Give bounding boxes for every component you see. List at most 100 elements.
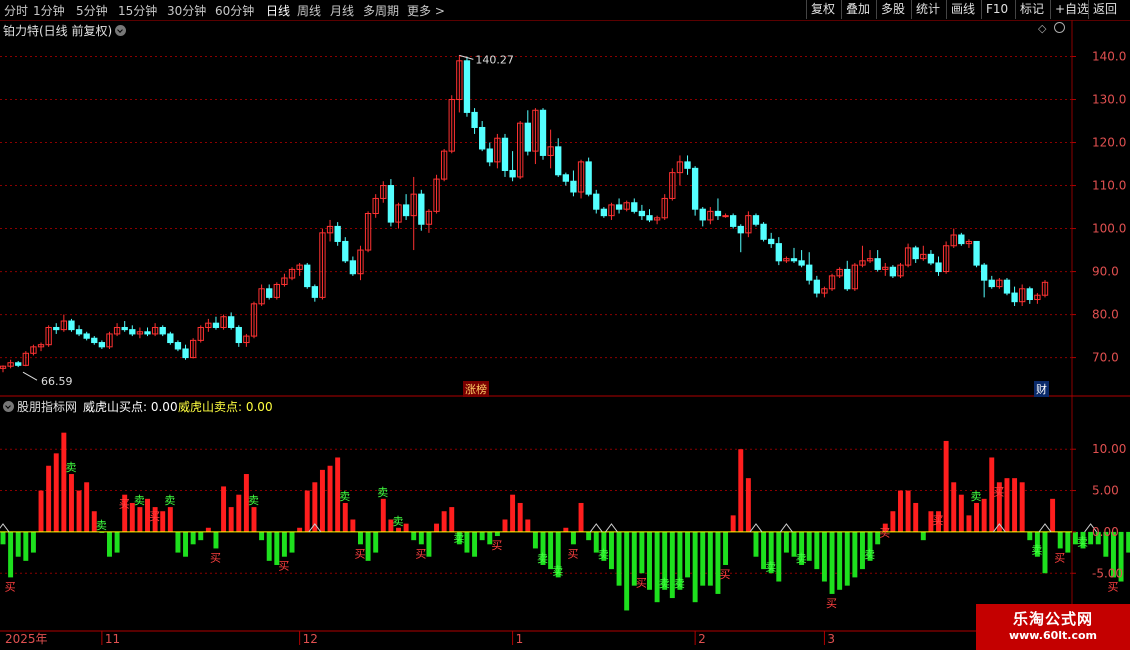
buy-signal: 买: [1107, 580, 1118, 593]
candle-body: [174, 342, 182, 350]
candle-body: [615, 204, 623, 210]
indicator-bar: [137, 507, 143, 532]
indicator-bar: [586, 531, 592, 541]
indicator-tick-label: 5.00: [1092, 484, 1119, 498]
indicator-bar: [396, 527, 401, 532]
indicator-bar: [266, 531, 272, 561]
buy-signal: 买: [278, 560, 289, 573]
candle-body: [91, 337, 98, 344]
indicator-bar: [213, 531, 219, 549]
candle-body: [935, 262, 942, 273]
triangle-marker: [0, 523, 10, 533]
price-tick-label: 80.0: [1092, 308, 1119, 322]
indicator-bar: [685, 531, 690, 578]
cai-tag[interactable]: 财: [1034, 381, 1049, 397]
indicator-bar: [434, 523, 440, 532]
indicator-bar: [692, 531, 698, 603]
time-axis-label: 3: [827, 632, 835, 646]
indicator-bar: [426, 531, 432, 557]
indicator-bar: [1050, 498, 1056, 532]
zhangbang-tag[interactable]: 涨榜: [463, 381, 489, 397]
indicator-bar: [183, 531, 189, 557]
candle-body: [988, 279, 995, 288]
sell-signal: 卖: [453, 531, 464, 544]
indicator-bar: [304, 490, 310, 532]
indicator-bar: [570, 531, 576, 545]
indicator-bar: [449, 507, 455, 532]
indicator-bar: [951, 482, 957, 532]
buy-signal: 买: [149, 510, 160, 523]
chart-canvas[interactable]: 140.2766.59 买卖卖买 卖买卖买卖买卖买卖卖买卖买卖卖买 卖买卖卖买卖卖买…: [0, 0, 1130, 650]
buy-signal: 买: [879, 527, 890, 540]
indicator-bar: [502, 519, 508, 532]
candle-body: [760, 223, 767, 240]
candle-body: [927, 253, 935, 264]
price-tick-label: 100.0: [1092, 222, 1126, 236]
indicator-bar: [251, 507, 257, 532]
triangle-marker: [780, 523, 793, 533]
candle-body: [15, 362, 22, 366]
indicator-bar: [0, 531, 6, 545]
candle-body: [182, 348, 189, 359]
candle-body: [75, 329, 83, 335]
sell-signal: 卖: [765, 560, 776, 573]
indicator-bar: [943, 440, 949, 532]
indicator-bar: [913, 502, 919, 532]
buy-signal: 买: [415, 547, 426, 560]
candle-body: [212, 322, 220, 328]
buy-signal: 买: [826, 597, 837, 610]
candle-body: [555, 146, 562, 176]
indicator-bar: [1065, 531, 1071, 553]
buy-signal: 买: [210, 551, 221, 564]
diamond-icon[interactable]: ◇: [1038, 22, 1046, 35]
indicator-bar: [411, 531, 417, 541]
indicator-bar: [259, 531, 265, 541]
low-annotation: 66.59: [41, 375, 73, 388]
candle-body: [53, 326, 60, 331]
indicator-bar: [15, 531, 21, 557]
indicator-bar: [844, 531, 850, 586]
candle-body: [83, 333, 90, 339]
indicator-bar: [745, 478, 751, 532]
sell-signal: 卖: [1031, 544, 1042, 557]
indicator-bar: [76, 490, 82, 532]
indicator-tick-label: 0.00: [1092, 525, 1119, 539]
sell-signal: 卖: [537, 552, 548, 565]
sell-signal: 卖: [393, 515, 404, 528]
indicator-bar: [783, 531, 789, 553]
sell-signal: 卖: [659, 577, 670, 590]
circle-arrow-icon[interactable]: [1054, 22, 1065, 33]
sell-signal: 卖: [1077, 535, 1088, 548]
dropdown-icon[interactable]: [115, 25, 127, 36]
candle-body: [691, 167, 699, 210]
sell-signal: 卖: [164, 494, 175, 507]
candle-body: [729, 215, 737, 227]
candle-body: [486, 148, 493, 163]
indicator-bar: [510, 494, 516, 532]
candle-body: [912, 247, 919, 260]
candle-body: [570, 180, 577, 193]
candle-body: [958, 234, 965, 245]
price-tick-label: 120.0: [1092, 136, 1126, 150]
candle-body: [311, 286, 319, 298]
indicator-dropdown-icon[interactable]: [3, 401, 14, 412]
indicator-bar: [974, 502, 980, 532]
price-tick-label: 110.0: [1092, 179, 1126, 193]
buy-signal: 买: [354, 547, 365, 560]
candle-body: [68, 320, 75, 331]
indicator-bar: [654, 531, 660, 603]
indicator-bar: [608, 531, 614, 570]
candle-body: [1011, 292, 1018, 303]
indicator-bar: [297, 527, 303, 532]
time-axis-label: 2: [698, 632, 706, 646]
price-tick-label: 130.0: [1092, 93, 1126, 107]
candle-body: [813, 279, 820, 294]
stock-title: 铂力特(日线 前复权): [3, 24, 113, 38]
indicator-bar: [350, 519, 356, 532]
indicator-bar: [517, 502, 523, 532]
candle-body: [228, 316, 235, 328]
indicator-bar: [68, 474, 74, 532]
indicator-bar: [1004, 478, 1010, 532]
candle-body: [593, 193, 600, 210]
candle-body: [806, 264, 813, 281]
